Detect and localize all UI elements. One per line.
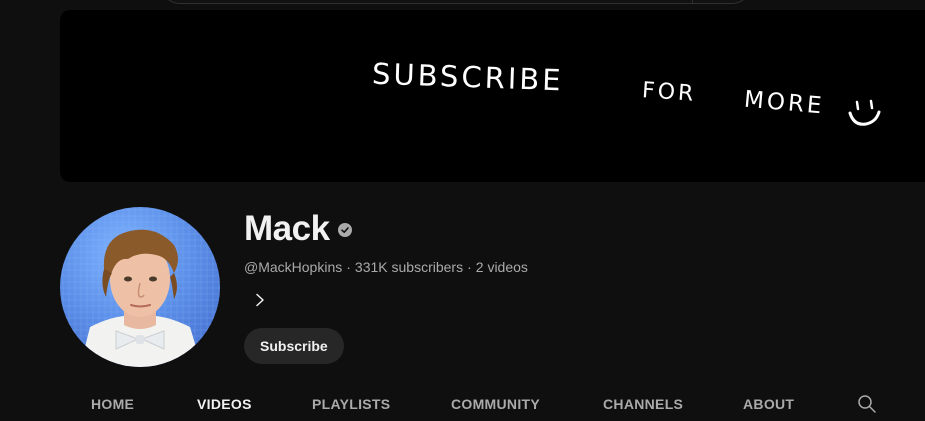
tab-channels[interactable]: CHANNELS — [603, 386, 683, 421]
tab-videos[interactable]: VIDEOS — [197, 386, 252, 421]
channel-handle: @MackHopkins — [244, 259, 343, 275]
smiley-face-icon — [848, 99, 881, 126]
tab-playlists[interactable]: PLAYLISTS — [312, 386, 390, 421]
channel-meta: @MackHopkins · 331K subscribers · 2 vide… — [244, 259, 528, 275]
subscribe-button[interactable]: Subscribe — [244, 328, 344, 364]
verified-check-icon — [337, 223, 352, 237]
search-icon[interactable] — [857, 394, 877, 414]
banner-word-for: FOR — [641, 78, 698, 107]
channel-page: SUBSCRIBE FOR MORE Mack @MackHopkins · 3… — [0, 0, 925, 421]
channel-tabs: HOME VIDEOS PLAYLISTS COMMUNITY CHANNELS… — [60, 386, 925, 421]
channel-title-row: Mack — [244, 208, 352, 250]
tab-home[interactable]: HOME — [91, 386, 134, 421]
meta-separator: · — [346, 259, 351, 275]
channel-name: Mack — [244, 209, 330, 248]
search-bar[interactable] — [160, 0, 752, 4]
tab-about[interactable]: ABOUT — [743, 386, 794, 421]
search-divider — [692, 0, 693, 3]
meta-separator: · — [467, 259, 472, 275]
channel-banner: SUBSCRIBE FOR MORE — [60, 10, 925, 182]
avatar-image — [60, 207, 220, 367]
tab-community[interactable]: COMMUNITY — [451, 386, 540, 421]
subscriber-count: 331K subscribers — [354, 259, 464, 275]
channel-avatar[interactable] — [60, 207, 220, 367]
chevron-right-icon[interactable] — [250, 290, 270, 310]
video-count: 2 videos — [475, 259, 528, 275]
banner-word-subscribe: SUBSCRIBE — [371, 56, 565, 98]
banner-word-more: MORE — [743, 86, 826, 120]
